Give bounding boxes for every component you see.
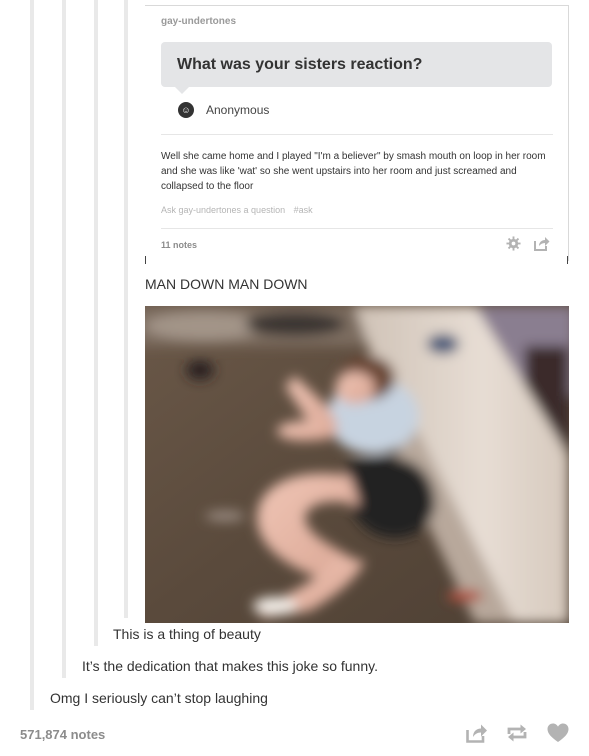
post-caption: MAN DOWN MAN DOWN xyxy=(145,276,308,292)
question-text: What was your sisters reaction? xyxy=(177,56,423,73)
card-corner xyxy=(567,256,568,264)
share-icon[interactable] xyxy=(534,236,550,251)
reblog-comment: This is a thing of beauty xyxy=(113,626,261,642)
card-corner xyxy=(145,256,146,264)
heart-icon[interactable] xyxy=(547,723,569,743)
share-icon[interactable] xyxy=(466,723,488,743)
anonymous-avatar-icon: ☺ xyxy=(178,102,194,118)
asker-name: Anonymous xyxy=(206,103,270,117)
question-bubble: What was your sisters reaction? xyxy=(161,42,552,94)
reblog-comment: Omg I seriously can’t stop laughing xyxy=(50,690,268,706)
post-tag[interactable]: #ask xyxy=(294,205,313,215)
reblog-icon[interactable] xyxy=(506,723,528,743)
blog-name-link[interactable]: gay-undertones xyxy=(161,16,236,27)
thread-rule xyxy=(94,0,98,646)
answer-text: Well she came home and I played "I'm a b… xyxy=(161,151,546,192)
photo-image xyxy=(145,306,569,623)
post-photo[interactable] xyxy=(145,306,569,623)
gear-icon[interactable] xyxy=(506,236,521,251)
card-notes-count[interactable]: 11 notes xyxy=(161,240,197,250)
ask-question-link[interactable]: Ask gay-undertones a question xyxy=(161,205,285,215)
thread-rule xyxy=(62,0,66,678)
thread-rule xyxy=(124,0,128,618)
thread-rule xyxy=(30,0,34,710)
ask-footer: Ask gay-undertones a question #ask xyxy=(161,205,319,215)
divider xyxy=(161,228,553,229)
divider xyxy=(161,134,553,135)
reblog-comment: It’s the dedication that makes this joke… xyxy=(82,658,378,674)
notes-count[interactable]: 571,874 notes xyxy=(20,727,105,742)
